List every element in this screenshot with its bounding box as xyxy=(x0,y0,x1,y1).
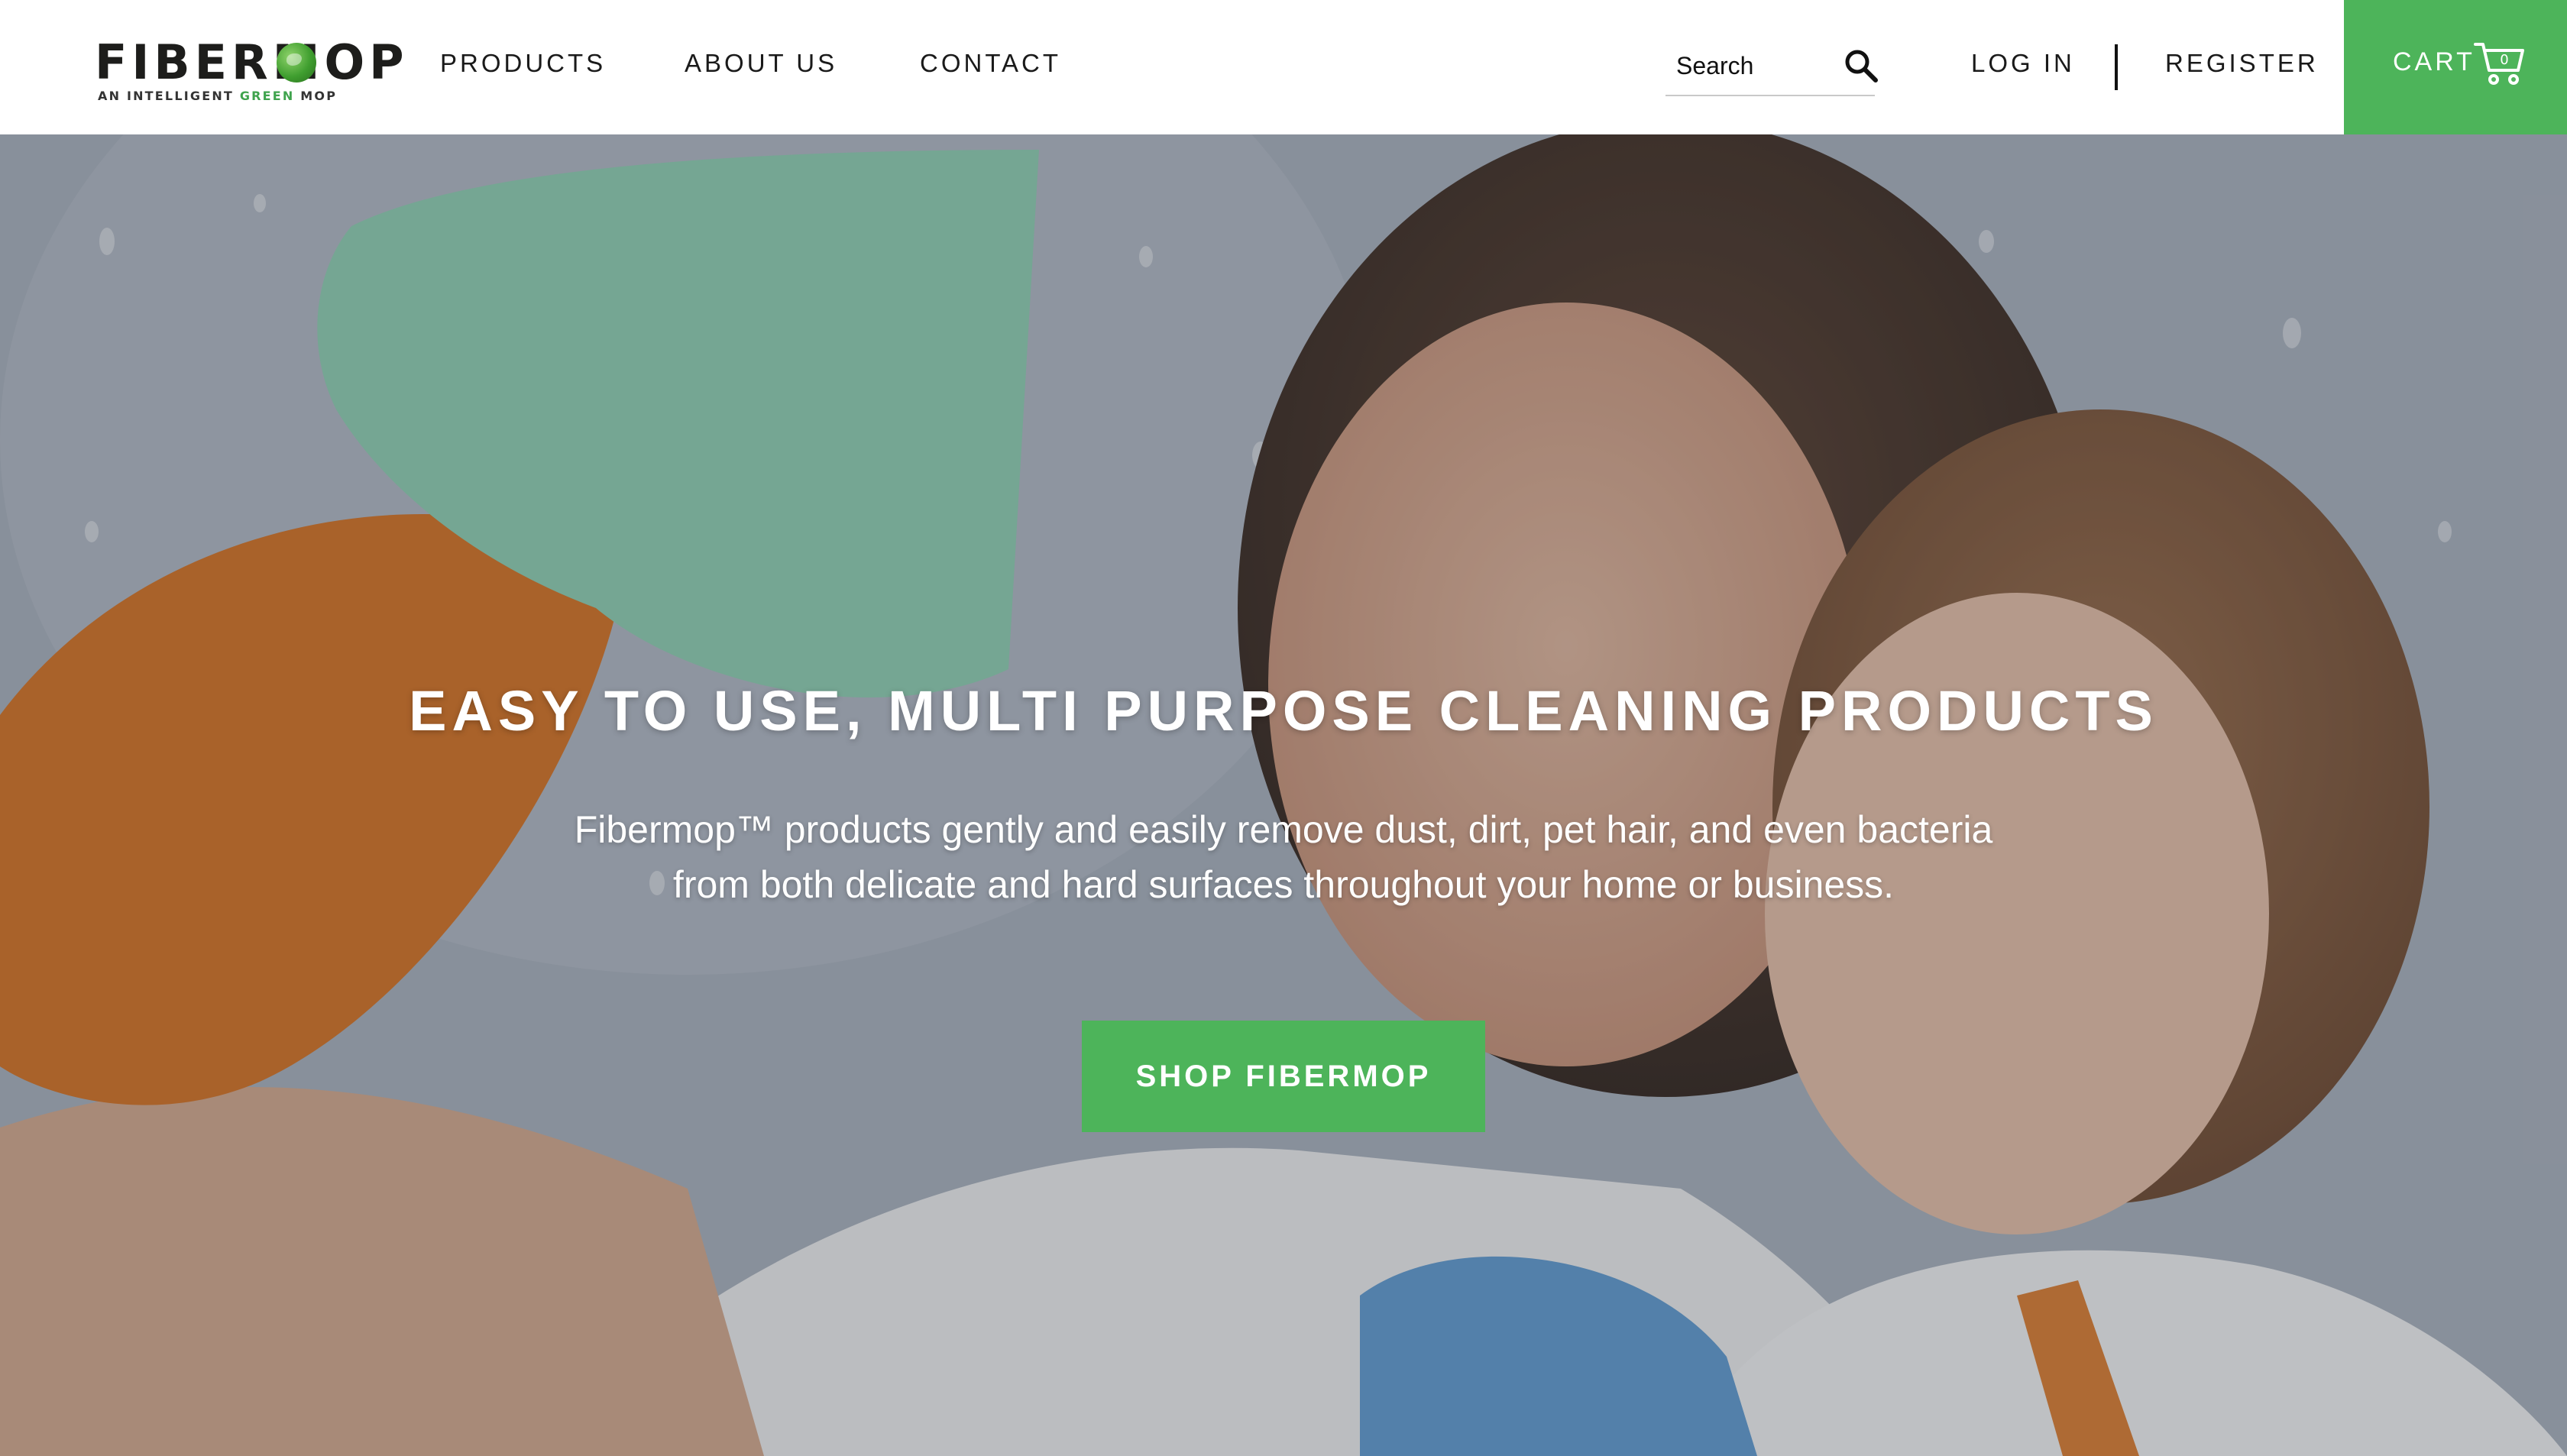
cart-button[interactable]: CART 0 xyxy=(2344,0,2567,134)
login-link[interactable]: LOG IN xyxy=(1971,49,2075,78)
hero-banner: EASY TO USE, MULTI PURPOSE CLEANING PROD… xyxy=(0,134,2567,1456)
search-box xyxy=(1665,38,1878,96)
logo-wordmark: FIBERMOP xyxy=(95,34,409,90)
search-input[interactable] xyxy=(1676,49,1821,83)
globe-icon xyxy=(277,43,316,83)
nav-contact[interactable]: CONTACT xyxy=(920,49,1061,78)
hero-overlay xyxy=(0,134,2567,1456)
hero-description: Fibermop™ products gently and easily rem… xyxy=(574,808,1993,906)
nav-products[interactable]: PRODUCTS xyxy=(440,49,606,78)
search-icon[interactable] xyxy=(1843,47,1879,84)
shop-fibermop-button[interactable]: SHOP FIBERMOP xyxy=(1082,1021,1485,1132)
shopping-cart-icon: 0 xyxy=(2474,43,2524,85)
nav-divider xyxy=(2115,44,2118,90)
cart-label: CART xyxy=(2393,47,2475,76)
hero-title: EASY TO USE, MULTI PURPOSE CLEANING PROD… xyxy=(409,679,2158,743)
site-header: FIBERMOP AN INTELLIGENT GREEN MOP PRODUC… xyxy=(0,0,2567,134)
nav-about-us[interactable]: ABOUT US xyxy=(685,49,837,78)
logo-tagline: AN INTELLIGENT GREEN MOP xyxy=(98,89,338,103)
svg-text:0: 0 xyxy=(2500,52,2508,68)
register-link[interactable]: REGISTER xyxy=(2165,49,2319,78)
fibermop-logo[interactable]: FIBERMOP AN INTELLIGENT GREEN MOP xyxy=(95,35,404,104)
